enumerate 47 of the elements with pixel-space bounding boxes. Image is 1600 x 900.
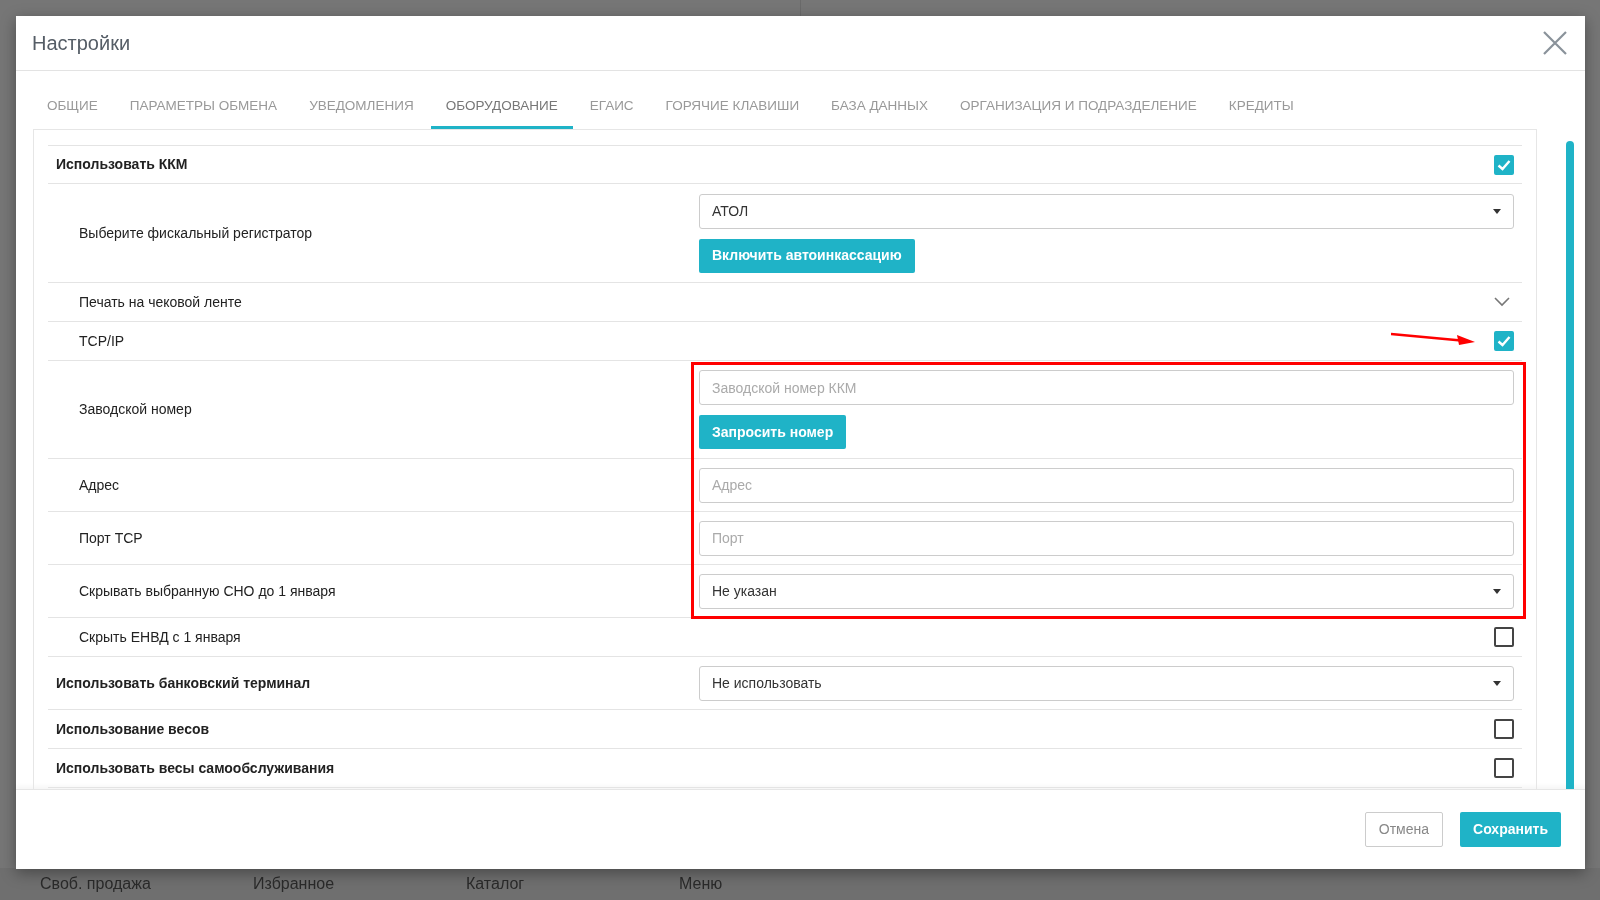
tab[interactable]: ОБОРУДОВАНИЕ (430, 86, 573, 130)
nav-item[interactable]: Меню (679, 872, 892, 896)
tab[interactable]: ГОРЯЧИЕ КЛАВИШИ (650, 86, 815, 130)
checkbox[interactable] (1494, 719, 1514, 740)
action-button[interactable]: Включить автоинкассацию (699, 238, 915, 273)
setting-label: Использовать ККМ (55, 155, 189, 175)
caret-icon (1493, 588, 1501, 594)
setting-label: Порт TCP (78, 528, 144, 548)
save-button[interactable]: Сохранить (1460, 812, 1561, 847)
tab[interactable]: УВЕДОМЛЕНИЯ (294, 86, 429, 130)
chevron-down-icon[interactable] (1494, 297, 1510, 308)
setting-label: TCP/IP (78, 331, 126, 351)
dropdown[interactable]: Не указан (699, 573, 1514, 609)
checkbox[interactable] (1494, 331, 1514, 352)
checkbox[interactable] (1494, 627, 1514, 648)
nav-item[interactable]: Избранное (253, 872, 466, 896)
setting-label: Использовать банковский терминал (55, 673, 312, 693)
caret-icon (1493, 680, 1501, 686)
tab[interactable]: ЕГАИС (574, 86, 649, 130)
checkbox[interactable] (1494, 154, 1514, 175)
cancel-button[interactable]: Отмена (1364, 812, 1444, 847)
text-field[interactable]: Адрес (699, 467, 1514, 503)
setting-label: Использование весов (55, 719, 211, 739)
scrollbar-thumb[interactable] (1566, 141, 1574, 789)
nav-item[interactable]: Своб. продажа (40, 872, 253, 896)
tab[interactable]: КРЕДИТЫ (1213, 86, 1309, 130)
tab[interactable]: ОБЩИЕ (32, 86, 113, 130)
dropdown[interactable]: АТОЛ (699, 193, 1514, 229)
tab[interactable]: ОРГАНИЗАЦИЯ И ПОДРАЗДЕЛЕНИЕ (945, 86, 1212, 130)
dropdown[interactable]: Не использовать (699, 665, 1514, 701)
setting-label: Заводской номер (78, 400, 193, 420)
setting-label: Скрыть ЕНВД с 1 января (78, 627, 242, 647)
text-field[interactable]: Порт (699, 520, 1514, 556)
tab[interactable]: БАЗА ДАННЫХ (816, 86, 944, 130)
dialog-title: Настройки (32, 31, 131, 56)
close-icon[interactable] (1541, 29, 1569, 57)
nav-item[interactable]: Каталог (466, 872, 679, 896)
setting-label: Скрывать выбранную СНО до 1 января (78, 581, 337, 601)
text-field[interactable]: Заводской номер ККМ (699, 370, 1514, 406)
setting-label: Выберите фискальный регистратор (78, 223, 314, 243)
setting-label: Адрес (78, 475, 121, 495)
tab[interactable]: ПАРАМЕТРЫ ОБМЕНА (114, 86, 293, 130)
setting-label: Использовать весы самообслуживания (55, 758, 336, 778)
setting-label: Печать на чековой ленте (78, 292, 243, 312)
caret-icon (1493, 208, 1501, 214)
action-button[interactable]: Запросить номер (699, 415, 847, 450)
checkbox[interactable] (1494, 758, 1514, 779)
